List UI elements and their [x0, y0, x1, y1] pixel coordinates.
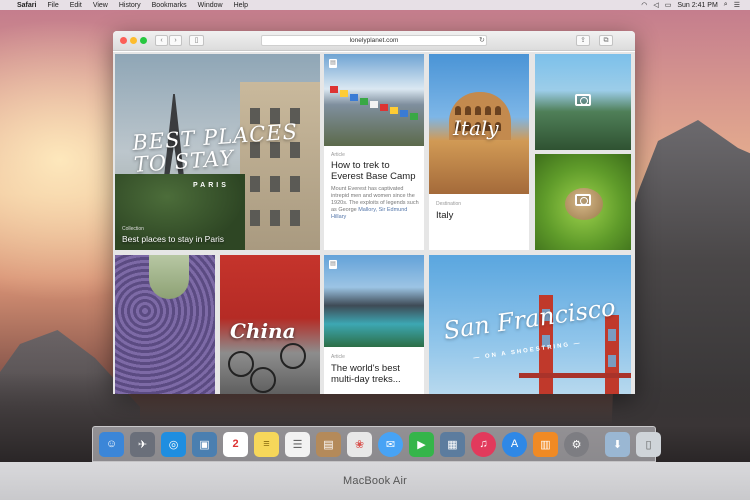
rickshaw-wheel [250, 367, 276, 393]
desktop: Safari File Edit View History Bookmarks … [0, 0, 750, 462]
finder-icon[interactable]: ☺ [99, 431, 124, 457]
menu-bookmarks[interactable]: Bookmarks [152, 2, 187, 9]
calendar-icon[interactable]: 2 [223, 431, 248, 457]
safari-icon[interactable]: ◎ [161, 431, 186, 457]
card-everest-trek[interactable]: ▤ Article How to trek to Everest Base Ca… [324, 54, 424, 250]
italy-title[interactable]: Italy [436, 210, 524, 221]
volume-icon[interactable]: ◁ [653, 1, 658, 9]
article-badge-icon: ▤ [329, 260, 337, 269]
paris-category: Collection [122, 226, 144, 232]
device-label: MacBook Air [343, 475, 407, 487]
treks-photo [324, 255, 424, 347]
italy-photo: Italy [429, 54, 529, 194]
battery-icon[interactable]: ▭ [665, 1, 672, 9]
menubar: Safari File Edit View History Bookmarks … [0, 0, 750, 10]
paris-subtitle: PARIS [193, 182, 229, 189]
everest-photo [324, 54, 424, 146]
paris-card-title[interactable]: Best places to stay in Paris [122, 234, 224, 244]
treks-category: Article [331, 354, 345, 360]
system-preferences-icon[interactable]: ⚙ [564, 431, 589, 457]
address-bar[interactable]: lonelyplanet.com [261, 35, 487, 46]
bridge-deck [519, 373, 631, 378]
reminders-icon[interactable]: ☰ [285, 431, 310, 457]
photos-icon[interactable]: ❀ [347, 431, 372, 457]
bridge-tower [605, 315, 619, 394]
downloads-icon[interactable]: ⬇ [605, 431, 630, 457]
notes-icon[interactable]: ≡ [254, 431, 279, 457]
everest-category: Article [331, 152, 345, 158]
card-lavender[interactable] [115, 255, 215, 394]
italy-script-title: Italy [453, 116, 499, 140]
facetime-icon[interactable]: ▶ [409, 431, 434, 457]
menu-window[interactable]: Window [198, 2, 223, 9]
safari-toolbar: ‹ › ▯ lonelyplanet.com ↻ ⇪ ⧉ [113, 31, 635, 51]
china-script-title: China [230, 319, 296, 343]
close-window-button[interactable] [120, 37, 127, 44]
forward-button[interactable]: › [169, 35, 182, 46]
treks-title[interactable]: The world's best multi-day treks... [331, 363, 419, 385]
article-badge-icon: ▤ [329, 59, 337, 68]
messages-icon[interactable]: ✉ [378, 431, 403, 457]
reload-icon[interactable]: ↻ [479, 35, 485, 46]
preview-icon[interactable]: ▣ [192, 431, 217, 457]
sidebar-toggle-button[interactable]: ▯ [189, 35, 204, 46]
card-photo-landscape[interactable] [535, 54, 631, 150]
camera-icon [575, 94, 591, 106]
launchpad-icon[interactable]: ✈ [130, 431, 155, 457]
page-content: BEST PLACES TO STAY PARIS Collection Bes… [113, 52, 635, 394]
card-san-francisco[interactable]: San Francisco — ON A SHOESTRING — [429, 255, 631, 394]
card-multi-day-treks[interactable]: ▤ Article The world's best multi-day tre… [324, 255, 424, 394]
everest-title[interactable]: How to trek to Everest Base Camp [331, 160, 419, 182]
laptop-bezel: MacBook Air [0, 462, 750, 500]
safari-window: ‹ › ▯ lonelyplanet.com ↻ ⇪ ⧉ BEST PLACES… [113, 31, 635, 394]
camera-icon [575, 194, 591, 206]
everest-snippet: Mount Everest has captivated intrepid me… [331, 186, 419, 221]
menu-app-name[interactable]: Safari [17, 2, 36, 9]
menu-history[interactable]: History [119, 2, 141, 9]
show-all-tabs-button[interactable]: ⧉ [599, 35, 613, 46]
rickshaw-wheel [280, 343, 306, 369]
spotlight-icon[interactable]: ⌕ [724, 1, 728, 9]
rickshaw-wheel [228, 351, 254, 377]
lavender-photo [115, 255, 215, 394]
itunes-icon[interactable]: ♫ [471, 431, 496, 457]
card-italy[interactable]: Italy Destination Italy [429, 54, 529, 250]
lavender-leaf [149, 255, 189, 299]
fullscreen-window-button[interactable] [140, 37, 147, 44]
app-store-icon[interactable]: A [502, 431, 527, 457]
italy-category: Destination [436, 201, 462, 207]
wifi-icon[interactable]: ◠ [641, 1, 647, 9]
iphoto-icon[interactable]: ▦ [440, 431, 465, 457]
menu-view[interactable]: View [93, 2, 108, 9]
minimize-window-button[interactable] [130, 37, 137, 44]
menu-edit[interactable]: Edit [70, 2, 82, 9]
share-button[interactable]: ⇪ [576, 35, 590, 46]
ibooks-icon[interactable]: ▥ [533, 431, 558, 457]
menubar-status: ◠ ◁ ▭ Sun 2:41 PM ⌕ ☰ [641, 1, 750, 9]
card-photo-sloth[interactable] [535, 154, 631, 250]
menu-file[interactable]: File [47, 2, 58, 9]
menubar-clock[interactable]: Sun 2:41 PM [677, 2, 717, 9]
card-best-places-paris[interactable]: BEST PLACES TO STAY PARIS Collection Bes… [115, 54, 320, 250]
back-button[interactable]: ‹ [155, 35, 168, 46]
notification-center-icon[interactable]: ☰ [734, 1, 740, 9]
dock: ☺ ✈ ◎ ▣ 2 ≡ ☰ ▤ ❀ ✉ ▶ ▦ ♫ A ▥ ⚙ ⬇ ▯ [92, 426, 661, 462]
trash-icon[interactable]: ▯ [636, 431, 661, 457]
menu-help[interactable]: Help [234, 2, 248, 9]
card-china[interactable]: China [220, 255, 320, 394]
contacts-icon[interactable]: ▤ [316, 431, 341, 457]
